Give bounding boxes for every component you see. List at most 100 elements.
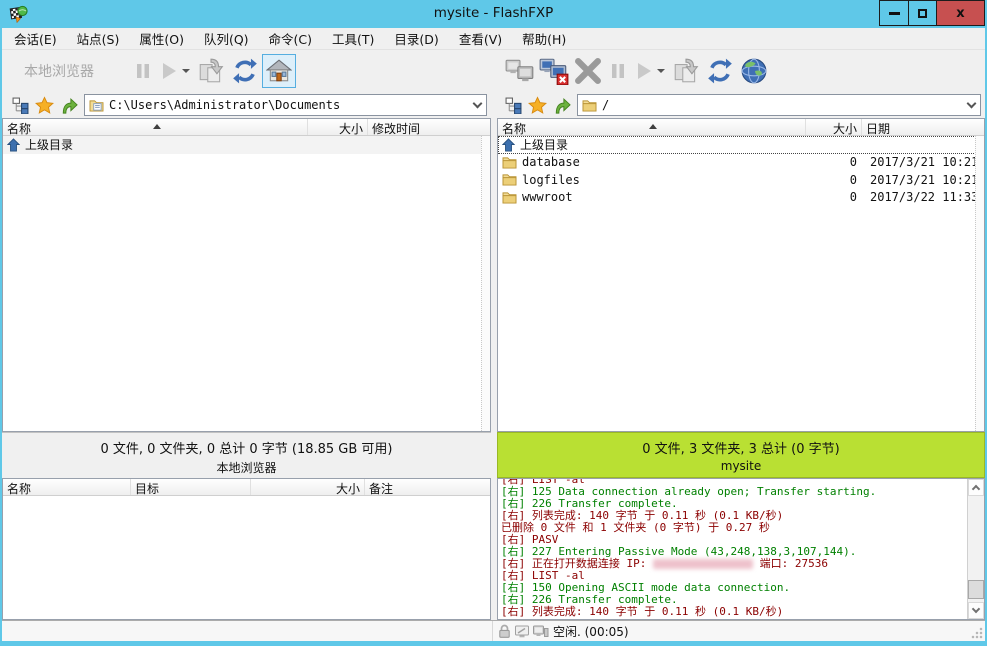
local-path-combobox[interactable]: C:\Users\Administrator\Documents (84, 94, 487, 116)
local-home-button[interactable] (262, 54, 296, 88)
toolbar: 本地浏览器 (2, 50, 985, 92)
local-path-dropdown-button[interactable] (469, 95, 486, 115)
local-column-modified[interactable]: 修改时间 (368, 119, 490, 135)
local-toolbar: 本地浏览器 (2, 50, 491, 92)
scroll-up-button[interactable] (968, 479, 984, 496)
menu-sites[interactable]: 站点(S) (67, 26, 130, 51)
remote-path-bar: / (497, 92, 985, 118)
local-transfer-queue-button[interactable] (194, 54, 228, 88)
queue-column-size[interactable]: 大小 (251, 479, 365, 495)
local-list-scrollbar[interactable] (481, 136, 490, 431)
menu-options[interactable]: 属性(O) (129, 26, 194, 51)
remote-file-row-database[interactable]: database 0 2017/3/21 10:21 (498, 154, 984, 172)
remote-path-combobox[interactable]: / (577, 94, 981, 116)
file-size: 0 (806, 173, 862, 187)
remote-list-scrollbar[interactable] (975, 136, 984, 431)
remote-site-name: mysite (498, 459, 984, 473)
remote-file-row-logfiles[interactable]: logfiles 0 2017/3/21 10:21 (498, 171, 984, 189)
parent-dir-label: 上级目录 (25, 136, 73, 153)
remote-column-date[interactable]: 日期 (862, 119, 984, 135)
play-icon (634, 61, 654, 81)
local-favorites-button[interactable] (32, 94, 56, 116)
local-parent-dir-row[interactable]: 上级目录 (3, 136, 490, 154)
log-line: 已删除 0 文件 和 1 文件夹 (0 字节) 于 0.27 秒 (501, 522, 966, 534)
remote-transfer-queue-button[interactable] (669, 54, 703, 88)
local-start-button[interactable] (156, 54, 182, 88)
queue-column-remark[interactable]: 备注 (365, 479, 490, 495)
home-icon (266, 59, 292, 83)
minimize-button[interactable] (880, 1, 908, 25)
window-title: mysite - FlashFXP (0, 5, 987, 21)
file-date: 2017/3/22 11:33 (862, 190, 984, 204)
remote-abort-button[interactable] (571, 54, 605, 88)
folder-icon (502, 191, 517, 204)
remote-pane-status: 0 文件, 3 文件夹, 3 总计 (0 字节) mysite (497, 432, 985, 478)
folder-icon (502, 173, 517, 186)
remote-start-button[interactable] (631, 54, 657, 88)
parent-dir-label: 上级目录 (520, 136, 568, 153)
path-row: C:\Users\Administrator\Documents (2, 92, 985, 118)
menu-session[interactable]: 会话(E) (4, 26, 67, 51)
titlebar[interactable]: mysite - FlashFXP x (0, 0, 987, 28)
close-button[interactable]: x (936, 1, 984, 25)
refresh-icon (706, 57, 734, 85)
menu-directory[interactable]: 目录(D) (384, 26, 448, 51)
menu-queue[interactable]: 队列(Q) (194, 26, 259, 51)
up-directory-icon (502, 138, 515, 152)
menu-help[interactable]: 帮助(H) (512, 26, 576, 51)
connect-icon (504, 57, 536, 85)
remote-favorites-button[interactable] (525, 94, 549, 116)
remote-site-globe-button[interactable] (737, 54, 771, 88)
local-path-value: C:\Users\Administrator\Documents (109, 98, 469, 112)
local-pause-button[interactable] (130, 54, 156, 88)
folder-tree-icon (12, 97, 29, 114)
maximize-button[interactable] (908, 1, 936, 25)
local-refresh-button[interactable] (228, 54, 262, 88)
scroll-down-button[interactable] (968, 602, 984, 619)
file-name: logfiles (522, 173, 580, 187)
remote-tree-toggle-button[interactable] (501, 94, 525, 116)
local-tree-toggle-button[interactable] (8, 94, 32, 116)
folder-icon (502, 156, 517, 169)
transfer-mode-icon (514, 624, 530, 639)
remote-file-list: 名称 大小 日期 上级目录 (497, 118, 985, 432)
remote-path-dropdown-button[interactable] (963, 95, 980, 115)
local-up-directory-button[interactable] (56, 94, 80, 116)
remote-disconnect-button[interactable] (537, 54, 571, 88)
remote-up-directory-button[interactable] (549, 94, 573, 116)
remote-connect-button[interactable] (503, 54, 537, 88)
status-icons (493, 624, 549, 639)
lock-icon (497, 624, 512, 639)
connection-icon (532, 624, 549, 639)
resize-grip[interactable] (971, 627, 983, 639)
transfer-queue-icon (672, 57, 700, 85)
remote-count-summary: 0 文件, 3 文件夹, 3 总计 (0 字节) (498, 438, 984, 457)
queue-column-name[interactable]: 名称 (3, 479, 131, 495)
local-start-dropdown-icon[interactable] (182, 69, 190, 73)
log-scrollbar[interactable] (967, 479, 984, 619)
star-icon (35, 96, 54, 115)
menu-view[interactable]: 查看(V) (449, 26, 512, 51)
remote-folder-icon (582, 99, 597, 112)
remote-pause-button[interactable] (605, 54, 631, 88)
disconnect-icon (538, 57, 570, 85)
file-lists: 名称 大小 修改时间 上级目录 名称 (2, 118, 985, 432)
up-level-arrow-icon (59, 96, 78, 115)
menu-tools[interactable]: 工具(T) (322, 26, 384, 51)
remote-file-row-wwwroot[interactable]: wwwroot 0 2017/3/22 11:33 (498, 189, 984, 207)
sort-ascending-icon (153, 124, 161, 129)
file-name: database (522, 155, 580, 169)
file-name: wwwroot (522, 190, 573, 204)
remote-start-dropdown-icon[interactable] (657, 69, 665, 73)
remote-column-size[interactable]: 大小 (806, 119, 862, 135)
scrollbar-thumb[interactable] (968, 580, 984, 599)
remote-refresh-button[interactable] (703, 54, 737, 88)
up-level-arrow-icon (552, 96, 571, 115)
menu-commands[interactable]: 命令(C) (259, 26, 322, 51)
remote-list-body: 上级目录 database 0 2017/3/21 10:21 (498, 136, 984, 423)
local-list-header: 名称 大小 修改时间 (3, 119, 490, 136)
remote-parent-dir-row[interactable]: 上级目录 (498, 136, 984, 154)
local-column-size[interactable]: 大小 (308, 119, 368, 135)
log-line: [右] 列表完成: 140 字节 于 0.11 秒 (0.1 KB/秒) (501, 606, 966, 618)
queue-column-target[interactable]: 目标 (131, 479, 251, 495)
